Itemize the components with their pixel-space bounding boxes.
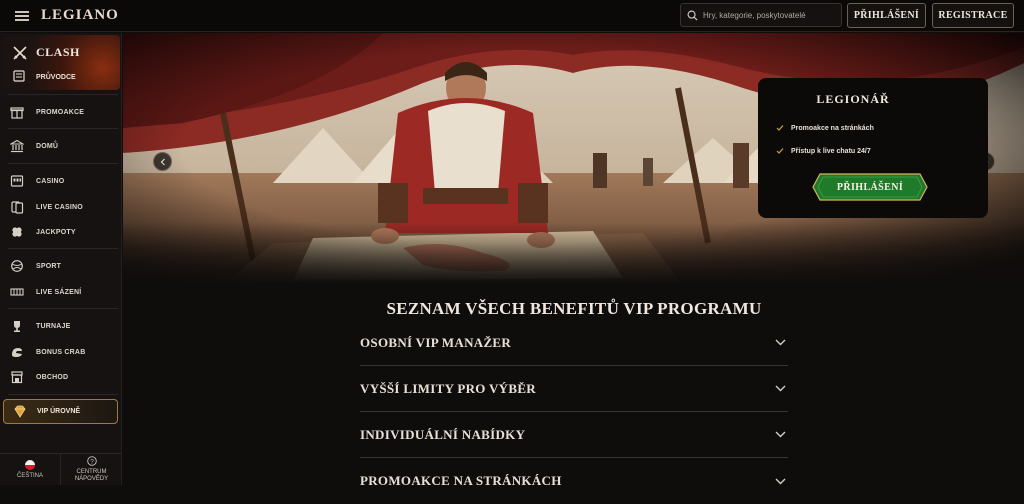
nav-label: CASINO	[36, 177, 65, 185]
menu-icon[interactable]	[15, 10, 29, 21]
help-center-link[interactable]: ? CENTRUM NÁPOVĚDY	[61, 454, 122, 485]
cards-icon	[8, 199, 26, 215]
logo[interactable]: LEGIANO	[41, 7, 119, 24]
help-label: CENTRUM NÁPOVĚDY	[74, 469, 109, 482]
chevron-down-icon	[775, 478, 786, 484]
chevron-down-icon	[775, 431, 786, 438]
slot-machine-icon	[8, 173, 26, 189]
search-box[interactable]	[680, 3, 842, 27]
chevron-down-icon	[775, 385, 786, 392]
accordion-label: PROMOAKCE NA STRÁNKÁCH	[360, 473, 562, 488]
perk-item: Promoakce na stránkách	[775, 124, 874, 132]
scroll-icon	[13, 70, 25, 82]
check-icon	[776, 125, 784, 131]
login-button[interactable]: PŘIHLÁŠENÍ	[847, 3, 926, 28]
nav-casino[interactable]: CASINO	[8, 170, 118, 192]
nav-bonus-crab[interactable]: BONUS CRAB	[8, 341, 118, 363]
card-login-label: PŘIHLÁŠENÍ	[836, 181, 904, 193]
nav-live-sazeni[interactable]: LIVE SÁZENÍ	[8, 281, 118, 303]
accordion-item[interactable]: INDIVIDUÁLNÍ NABÍDKY	[360, 412, 788, 458]
divider	[8, 163, 118, 164]
carousel-prev-button[interactable]	[153, 152, 172, 171]
search-icon	[687, 10, 698, 21]
nav-live-casino[interactable]: LIVE CASINO	[8, 196, 118, 218]
nav-label: VIP ÚROVNĚ	[37, 408, 81, 415]
chevron-down-icon	[775, 339, 786, 346]
nav-label: OBCHOD	[36, 373, 69, 381]
shop-icon	[8, 369, 26, 385]
diamond-icon	[14, 405, 26, 418]
language-selector[interactable]: ČEŠTINA	[0, 454, 61, 485]
chevron-left-icon	[160, 158, 165, 165]
clash-title: CLASH	[36, 45, 80, 59]
nav-label: LIVE SÁZENÍ	[36, 288, 82, 296]
search-input[interactable]	[703, 10, 833, 20]
nav-vip-levels[interactable]: VIP ÚROVNĚ	[3, 399, 118, 424]
czech-flag-icon	[25, 459, 35, 470]
crossed-swords-icon	[13, 46, 27, 60]
nav-label: SPORT	[36, 262, 62, 270]
nav-sport[interactable]: SPORT	[8, 255, 118, 277]
gift-icon	[8, 104, 26, 120]
divider	[8, 128, 118, 129]
check-icon	[776, 148, 784, 154]
nav-label: DOMŮ	[36, 142, 59, 150]
nav-promoakce[interactable]: PROMOAKCE	[8, 101, 118, 123]
divider	[8, 248, 118, 249]
perk-text: Přístup k live chatu 24/7	[791, 147, 871, 155]
crab-claw-icon	[8, 344, 26, 360]
divider	[8, 308, 118, 309]
perk-item: Přístup k live chatu 24/7	[775, 147, 871, 155]
nav-turnaje[interactable]: TURNAJE	[8, 315, 118, 337]
nav-label: LIVE CASINO	[36, 203, 83, 211]
accordion-item[interactable]: VYŠŠÍ LIMITY PRO VÝBĚR	[360, 366, 788, 412]
accordion-label: OSOBNÍ VIP MANAŽER	[360, 334, 512, 350]
accordion-item[interactable]: OSOBNÍ VIP MANAŽER	[360, 320, 788, 366]
nav-jackpoty[interactable]: JACKPOTY	[8, 221, 118, 243]
perk-text: Promoakce na stránkách	[791, 124, 874, 132]
clover-icon	[8, 224, 26, 240]
benefits-title: SEZNAM VŠECH BENEFITŮ VIP PROGRAMU	[386, 299, 762, 318]
svg-text:?: ?	[90, 458, 94, 465]
nav-obchod[interactable]: OBCHOD	[8, 366, 118, 388]
nav-label: PROMOAKCE	[36, 108, 85, 116]
nav-domu[interactable]: DOMŮ	[8, 135, 118, 157]
help-icon: ?	[86, 456, 97, 466]
clash-subtitle: PRŮVODCE	[36, 74, 76, 81]
nav-label: JACKPOTY	[36, 228, 76, 236]
sidebar: CLASH PRŮVODCE PROMOAKCE DOMŮ CASINO LIV…	[0, 33, 122, 485]
accordion-item[interactable]: PROMOAKCE NA STRÁNKÁCH	[360, 458, 788, 504]
live-betting-icon	[8, 284, 26, 300]
sidebar-footer: ČEŠTINA ? CENTRUM NÁPOVĚDY	[0, 453, 122, 485]
accordion-label: VYŠŠÍ LIMITY PRO VÝBĚR	[360, 380, 536, 396]
vip-level-title: LEGIONÁŘ	[816, 92, 890, 106]
accordion-label: INDIVIDUÁLNÍ NABÍDKY	[360, 426, 526, 442]
top-bar: LEGIANO PŘIHLÁŠENÍ REGISTRACE	[0, 0, 1024, 32]
trophy-icon	[8, 318, 26, 334]
nav-label: TURNAJE	[36, 322, 71, 330]
vip-level-card: LEGIONÁŘ Promoakce na stránkách Přístup …	[758, 78, 988, 218]
nav-label: BONUS CRAB	[36, 348, 86, 356]
card-login-button[interactable]: PŘIHLÁŠENÍ	[812, 173, 928, 201]
clash-banner[interactable]: CLASH PRŮVODCE	[4, 35, 120, 90]
register-button[interactable]: REGISTRACE	[932, 3, 1014, 28]
hero-banner: LEGIONÁŘ Promoakce na stránkách Přístup …	[123, 33, 1024, 285]
language-label: ČEŠTINA	[16, 472, 43, 479]
temple-icon	[8, 138, 26, 154]
divider	[8, 94, 118, 95]
ball-icon	[8, 258, 26, 274]
divider	[8, 394, 118, 395]
